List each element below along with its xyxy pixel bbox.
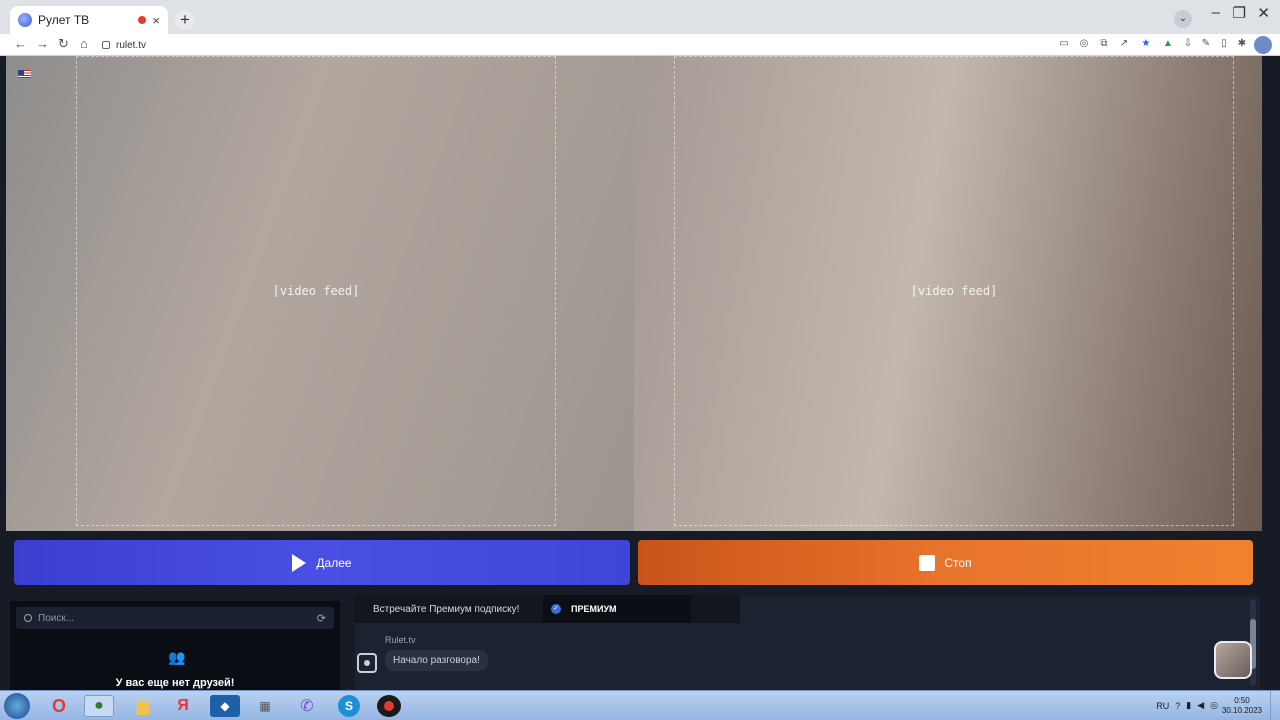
explorer-icon[interactable]: ▆ (128, 695, 158, 717)
profile-avatar[interactable] (1254, 36, 1272, 54)
recording-dot-icon (138, 16, 147, 24)
premium-label: ПРЕМИУМ (571, 604, 617, 614)
opera-icon[interactable]: O (44, 695, 74, 717)
lock-icon (102, 41, 110, 49)
stop-label: Стоп (944, 555, 972, 570)
security-icon[interactable]: ◆ (210, 695, 240, 717)
browser-tab-strip: Рулет ТВ × + ⌄ – ❐ ✕ (0, 0, 1280, 34)
message-sender: Rulet.tv (385, 635, 416, 645)
close-tab-icon[interactable]: × (152, 14, 160, 27)
url-text: rulet.tv (116, 39, 147, 51)
taskbar: O ● ▆ Я ◆ ▦ ✆ S RU ? ▮ ◀ ◎ 0:50 30.10.20… (0, 690, 1280, 720)
network-icon[interactable]: ▮ (1186, 700, 1191, 711)
recorder-icon[interactable] (377, 695, 401, 717)
bot-icon (357, 653, 377, 673)
play-icon (292, 553, 307, 572)
sidebar-icon[interactable]: ▯ (1218, 38, 1230, 50)
help-icon[interactable]: ? (1175, 701, 1180, 711)
skype-icon[interactable]: S (338, 695, 360, 717)
friends-icon: 👥 (168, 649, 186, 665)
forward-arrow-icon[interactable]: → (36, 36, 49, 51)
extension-icon[interactable]: ▭ (1058, 38, 1070, 50)
friends-search[interactable]: ⟳ (16, 607, 334, 629)
remote-video-feed: [video feed] (6, 56, 634, 531)
taskbar-clock[interactable]: 0:50 30.10.2023 (1222, 696, 1262, 716)
search-icon (24, 614, 32, 622)
chrome-icon[interactable]: ● (84, 695, 114, 717)
clock-date: 30.10.2023 (1221, 706, 1262, 715)
close-window-icon[interactable]: ✕ (1257, 4, 1270, 22)
home-icon[interactable]: ⌂ (80, 36, 88, 51)
extension-icon[interactable]: ✎ (1200, 38, 1212, 50)
tab-search-button[interactable]: ⌄ (1174, 10, 1192, 28)
friends-panel: ⟳ 👥 У вас еще нет друзей! (10, 601, 340, 690)
volume-icon[interactable]: ◀ (1197, 700, 1204, 711)
extension-icon[interactable]: ◎ (1078, 38, 1090, 50)
premium-button[interactable]: ✓ ПРЕМИУМ (543, 595, 691, 623)
extension-icon[interactable]: ⧉ (1098, 38, 1110, 50)
rulet-page: [video feed] [video feed] Далее Стоп ⟳ 👥… (0, 56, 1280, 690)
tray-icon[interactable]: ◎ (1210, 700, 1218, 711)
minimize-icon[interactable]: – (1212, 4, 1220, 21)
next-button[interactable]: Далее (14, 540, 630, 585)
new-tab-button[interactable]: + (175, 10, 195, 30)
video-placeholder: [video feed] (76, 56, 556, 526)
star-icon[interactable]: ★ (1140, 38, 1152, 50)
maximize-icon[interactable]: ❐ (1233, 4, 1246, 22)
extension-icon[interactable]: ⇩ (1182, 38, 1194, 50)
start-icon[interactable] (4, 693, 30, 719)
extension-icon[interactable]: ▲ (1162, 38, 1174, 50)
check-icon: ✓ (551, 604, 561, 614)
language-indicator[interactable]: RU (1156, 701, 1169, 711)
self-preview-thumbnail[interactable] (1214, 641, 1252, 679)
next-label: Далее (316, 555, 352, 570)
yandex-icon[interactable]: Я (168, 695, 198, 717)
system-tray: RU ? ▮ ◀ ◎ (1156, 700, 1218, 711)
stop-square-icon (919, 554, 936, 571)
viber-icon[interactable]: ✆ (292, 695, 322, 717)
video-placeholder: [video feed] (674, 56, 1234, 526)
search-input[interactable] (38, 612, 311, 624)
no-friends-text: У вас еще нет друзей! (115, 677, 235, 689)
show-desktop-button[interactable] (1270, 691, 1280, 720)
refresh-icon[interactable]: ⟳ (317, 612, 326, 625)
address-bar-row: ← → ↻ ⌂ rulet.tv ▭ ◎ ⧉ ↗ ★ ▲ ⇩ ✎ ▯ ✱ (0, 34, 1280, 56)
browser-tab[interactable]: Рулет ТВ × (10, 6, 168, 34)
app-icon[interactable]: ▦ (250, 695, 280, 717)
url-field[interactable]: rulet.tv (102, 37, 1042, 53)
chat-panel: Встречайте Премиум подписку! ✓ ПРЕМИУМ R… (355, 595, 1260, 690)
back-arrow-icon[interactable]: ← (14, 36, 27, 51)
clock-time: 0:50 (1234, 696, 1250, 705)
browser-favicon (18, 13, 32, 27)
premium-banner: Встречайте Премиум подписку! ✓ ПРЕМИУМ (355, 595, 740, 623)
extensions-puzzle-icon[interactable]: ✱ (1236, 38, 1248, 50)
local-video-feed: [video feed] (634, 56, 1262, 531)
stop-button[interactable]: Стоп (638, 540, 1253, 585)
chat-message: Начало разговора! (385, 650, 488, 671)
us-flag-icon (18, 70, 31, 78)
reload-icon[interactable]: ↻ (58, 36, 69, 52)
share-icon[interactable]: ↗ (1118, 38, 1130, 50)
tab-title: Рулет ТВ (38, 13, 90, 27)
premium-prompt: Встречайте Премиум подписку! (373, 603, 520, 615)
